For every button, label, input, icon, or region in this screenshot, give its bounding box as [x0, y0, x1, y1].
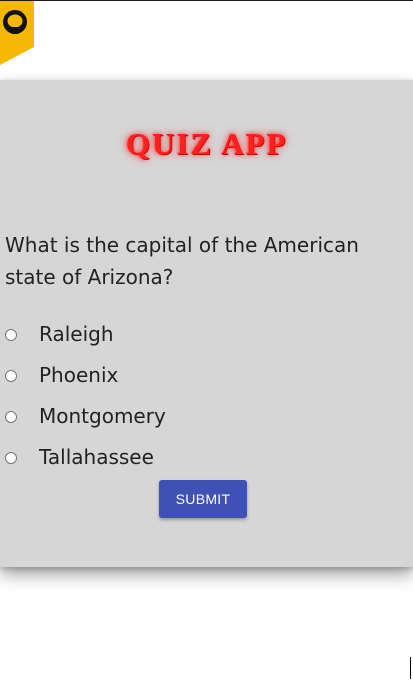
github-icon: [0, 1, 34, 65]
text-cursor: [410, 657, 411, 679]
question-text: What is the capital of the American stat…: [5, 233, 359, 289]
quiz-card: QUIZ APP What is the capital of the Amer…: [0, 80, 413, 567]
answer-radio-tallahassee[interactable]: [5, 452, 17, 464]
answer-option-tallahassee[interactable]: Tallahassee: [0, 440, 413, 481]
answer-option-montgomery[interactable]: Montgomery: [0, 399, 413, 440]
github-corner-link[interactable]: [0, 1, 34, 65]
answer-option-phoenix[interactable]: Phoenix: [0, 358, 413, 399]
answer-label-tallahassee[interactable]: Tallahassee: [39, 444, 154, 470]
answer-radio-phoenix[interactable]: [5, 370, 17, 382]
answer-label-montgomery[interactable]: Montgomery: [39, 403, 166, 429]
answer-label-phoenix[interactable]: Phoenix: [39, 362, 118, 388]
submit-button[interactable]: SUBMIT: [159, 480, 247, 518]
answer-option-raleigh[interactable]: Raleigh: [0, 317, 413, 358]
answer-options: Raleigh Phoenix Montgomery Tallahassee: [0, 317, 413, 481]
answer-radio-raleigh[interactable]: [5, 329, 17, 341]
answer-radio-montgomery[interactable]: [5, 411, 17, 423]
answer-label-raleigh[interactable]: Raleigh: [39, 321, 114, 347]
quiz-title: QUIZ APP: [125, 126, 288, 161]
